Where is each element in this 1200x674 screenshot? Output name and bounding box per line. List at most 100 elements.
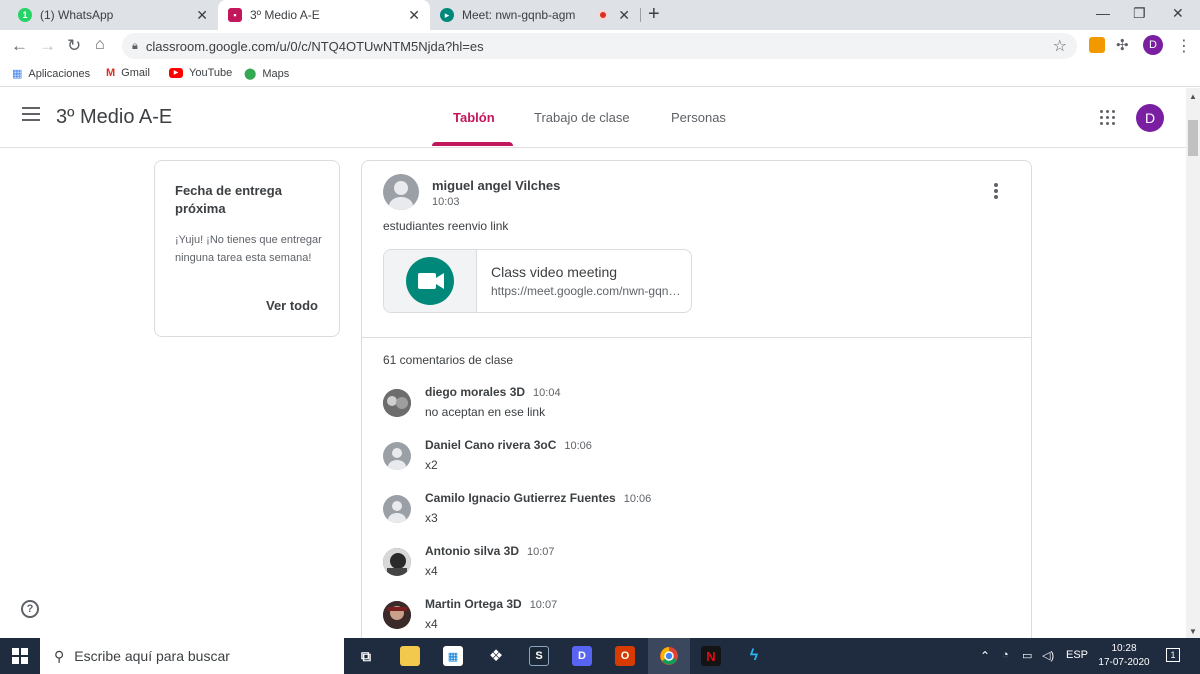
commenter-avatar — [383, 601, 411, 629]
battery-icon[interactable]: ▭ — [1022, 649, 1032, 662]
browser-tab-strip: 1 (1) WhatsApp ✕ ▪ 3º Medio A-E ✕ ▸ Meet… — [0, 0, 1200, 30]
extensions-puzzle-icon[interactable]: ✣ — [1116, 36, 1129, 54]
windows-start-icon[interactable] — [12, 648, 28, 664]
dropbox-icon[interactable]: ❖ — [486, 646, 506, 666]
network-icon[interactable]: ◔ — [1002, 649, 1009, 661]
google-apps-icon[interactable] — [1100, 110, 1115, 125]
app-bolt-icon[interactable]: ϟ — [744, 646, 764, 666]
task-view-icon[interactable]: ⧉ — [356, 646, 376, 666]
clock-date: 17-07-2020 — [1098, 657, 1150, 668]
class-comments-count[interactable]: 61 comentarios de clase — [383, 353, 513, 367]
tab-trabajo-de-clase[interactable]: Trabajo de clase — [534, 110, 630, 125]
meet-link-attachment[interactable]: Class video meeting https://meet.google.… — [383, 249, 692, 313]
more-options-icon[interactable] — [994, 183, 998, 199]
scroll-down-arrow-icon[interactable]: ▼ — [1189, 627, 1197, 636]
comment-item: Camilo Ignacio Gutierrez Fuentes 10:06 x3 — [383, 491, 1003, 545]
recording-icon — [598, 10, 609, 20]
browser-profile-avatar[interactable]: D — [1143, 35, 1163, 55]
bookmark-apps[interactable]: ▦ Aplicaciones — [12, 67, 90, 81]
tab-title: Meet: nwn-gqnb-agm — [462, 8, 576, 22]
bookmark-star-icon[interactable]: ☆ — [1053, 36, 1067, 56]
commenter-name: Antonio silva 3D 10:07 — [425, 544, 555, 558]
taskbar-clock[interactable]: 10:28 17-07-2020 — [1094, 642, 1154, 670]
bookmarks-bar: ▦ Aplicaciones M Gmail ▶ YouTube ⬤ Maps — [0, 62, 1200, 87]
close-icon[interactable]: ✕ — [618, 7, 630, 24]
commenter-avatar — [383, 442, 411, 470]
user-avatar[interactable]: D — [1136, 104, 1164, 132]
bookmark-maps[interactable]: ⬤ Maps — [244, 67, 290, 81]
class-title[interactable]: 3º Medio A-E — [56, 106, 172, 129]
minimize-button[interactable]: — — [1096, 5, 1110, 21]
youtube-icon: ▶ — [169, 68, 183, 78]
bookmark-gmail[interactable]: M Gmail — [106, 67, 150, 79]
bookmark-youtube[interactable]: ▶ YouTube — [169, 67, 232, 79]
restore-button[interactable]: ❐ — [1133, 5, 1146, 22]
browser-menu-icon[interactable]: ⋮ — [1176, 36, 1192, 56]
comment-item: Daniel Cano rivera 3oC 10:06 x2 — [383, 438, 1003, 492]
upcoming-work-card: Fecha de entrega próxima ¡Yuju! ¡No tien… — [154, 160, 340, 337]
tab-meet[interactable]: ▸ Meet: nwn-gqnb-agm ✕ — [430, 0, 640, 30]
commenter-avatar — [383, 389, 411, 417]
divider — [362, 337, 1031, 338]
language-indicator[interactable]: ESP — [1066, 649, 1088, 661]
page-scrollbar[interactable]: ▲ ▼ — [1186, 88, 1200, 638]
chrome-icon[interactable] — [659, 646, 679, 666]
scrollbar-thumb[interactable] — [1188, 120, 1198, 156]
comment-item: diego morales 3D 10:04 no aceptan en ese … — [383, 385, 1003, 439]
attachment-title: Class video meeting — [491, 264, 618, 280]
search-placeholder: Escribe aquí para buscar — [74, 648, 230, 664]
comment-text: x4 — [425, 617, 438, 631]
bookmark-label: Maps — [262, 67, 290, 80]
comment-text: x3 — [425, 511, 438, 525]
comment-text: no aceptan en ese link — [425, 405, 546, 419]
scroll-up-arrow-icon[interactable]: ▲ — [1189, 92, 1197, 101]
steam-icon[interactable]: S — [529, 646, 549, 666]
comment-time: 10:07 — [527, 546, 555, 558]
url-text: classroom.google.com/u/0/c/NTQ4OTUwNTM5N… — [145, 38, 484, 54]
close-icon[interactable]: ✕ — [408, 7, 420, 24]
forward-arrow-icon[interactable]: → — [39, 36, 56, 56]
back-arrow-icon[interactable]: ← — [11, 36, 28, 56]
commenter-name: Martin Ortega 3D 10:07 — [425, 597, 558, 611]
tab-classroom[interactable]: ▪ 3º Medio A-E ✕ — [218, 0, 430, 30]
chevron-up-icon[interactable]: ⌃ — [980, 649, 990, 663]
lock-icon[interactable]: 🔒︎ — [132, 40, 138, 53]
browser-toolbar: ← → ↻ ⌂ 🔒︎ classroom.google.com/u/0/c/NT… — [0, 30, 1200, 62]
clock-time: 10:28 — [1111, 643, 1137, 654]
post-time: 10:03 — [432, 196, 460, 208]
home-icon[interactable]: ⌂ — [95, 36, 105, 54]
notification-center-icon[interactable]: 1 — [1166, 648, 1180, 662]
taskbar-search[interactable]: ⚲ Escribe aquí para buscar — [40, 638, 344, 674]
comment-text: x2 — [425, 458, 438, 472]
tab-personas[interactable]: Personas — [671, 110, 726, 125]
extension-icon[interactable] — [1089, 37, 1105, 53]
post-author: miguel angel Vilches — [432, 178, 561, 193]
tab-tablon[interactable]: Tablón — [453, 110, 495, 125]
comment-text: x4 — [425, 564, 438, 578]
comment-time: 10:06 — [564, 440, 592, 452]
upcoming-title: Fecha de entrega próxima — [175, 183, 282, 216]
commenter-avatar — [383, 548, 411, 576]
file-explorer-icon[interactable] — [400, 646, 420, 666]
tab-whatsapp[interactable]: 1 (1) WhatsApp ✕ — [8, 0, 218, 30]
office-icon[interactable]: O — [615, 646, 635, 666]
hamburger-menu-icon[interactable] — [22, 107, 40, 121]
new-tab-button[interactable]: + — [648, 3, 660, 26]
active-tab-indicator — [432, 142, 513, 146]
volume-icon[interactable]: ◁) — [1042, 649, 1054, 662]
store-icon[interactable]: ▦ — [443, 646, 463, 666]
post-text: estudiantes reenvio link — [383, 219, 509, 233]
stream-post: miguel angel Vilches 10:03 estudiantes r… — [361, 160, 1032, 660]
netflix-icon[interactable]: N — [701, 646, 721, 666]
comment-time: 10:06 — [623, 493, 652, 505]
help-icon[interactable]: ? — [21, 600, 39, 618]
see-all-link[interactable]: Ver todo — [266, 298, 318, 313]
window-close-button[interactable]: ✕ — [1172, 5, 1184, 22]
close-icon[interactable]: ✕ — [196, 7, 208, 24]
discord-icon[interactable]: D — [572, 646, 592, 666]
upcoming-message: ¡Yuju! ¡No tienes que entregar ninguna t… — [175, 234, 322, 264]
commenter-name: Daniel Cano rivera 3oC 10:06 — [425, 438, 592, 452]
reload-icon[interactable]: ↻ — [67, 36, 81, 56]
address-bar[interactable]: 🔒︎ classroom.google.com/u/0/c/NTQ4OTUwNT… — [122, 33, 1077, 59]
tab-title: 3º Medio A-E — [250, 8, 320, 22]
